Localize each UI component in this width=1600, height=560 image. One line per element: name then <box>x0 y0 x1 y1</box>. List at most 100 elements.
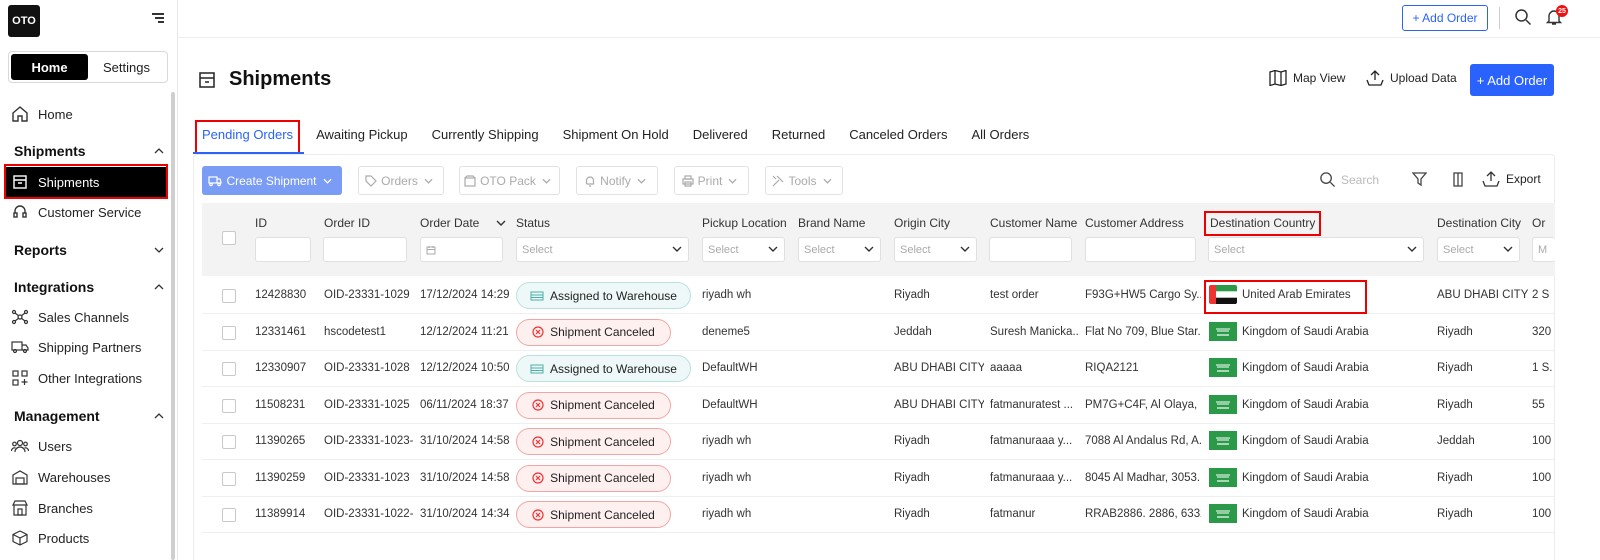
warehouse-icon <box>530 364 544 373</box>
tab-returned[interactable]: Returned <box>772 120 825 154</box>
row-checkbox[interactable] <box>222 362 236 376</box>
cell-order-id: OID-23331-1025 <box>324 398 410 411</box>
col-header-pickup-location[interactable]: Pickup Location <box>702 216 787 230</box>
customer-name-filter-input[interactable] <box>989 237 1072 262</box>
export-button[interactable]: Export <box>1482 171 1541 187</box>
printer-icon <box>682 174 694 187</box>
seg-home-button[interactable]: Home <box>11 54 88 80</box>
tab-all-orders[interactable]: All Orders <box>971 120 1029 154</box>
cell-origin-city: Jeddah <box>894 325 932 338</box>
cell-destination-city: Riyadh <box>1437 398 1473 411</box>
search-icon[interactable] <box>1514 8 1532 26</box>
sidebar-item-shipments[interactable]: Shipments <box>6 167 166 197</box>
col-header-customer-address[interactable]: Customer Address <box>1085 216 1184 230</box>
notify-button[interactable]: Notify <box>576 166 658 195</box>
map-view-button[interactable]: Map View <box>1269 70 1345 86</box>
tab-delivered[interactable]: Delivered <box>693 120 748 154</box>
add-order-button[interactable]: + Add Order <box>1470 64 1554 96</box>
col-header-destination-city[interactable]: Destination City <box>1437 216 1521 230</box>
customer-address-filter-input[interactable] <box>1085 237 1196 262</box>
row-checkbox[interactable] <box>222 398 236 413</box>
destination-city-filter-select[interactable]: Select <box>1437 237 1520 262</box>
status-filter-select[interactable]: Select <box>516 237 689 262</box>
oto-pack-button[interactable]: OTO Pack <box>459 166 560 195</box>
order-date-filter-input[interactable] <box>420 237 503 262</box>
tools-button[interactable]: Tools <box>765 166 843 195</box>
select-all-checkbox[interactable] <box>222 231 236 245</box>
id-filter-input[interactable] <box>255 237 311 262</box>
sidebar-item-label: Home <box>38 106 73 122</box>
tab-pending-orders[interactable]: Pending Orders <box>195 120 301 154</box>
sidebar-item-branches[interactable]: Branches <box>10 494 168 522</box>
sidebar-item-users[interactable]: Users <box>10 432 168 460</box>
select-placeholder: Select <box>804 243 835 256</box>
sidebar-item-shipping-partners[interactable]: Shipping Partners <box>10 333 168 361</box>
col-header-destination-country[interactable]: Destination Country <box>1210 216 1315 230</box>
status-text: Shipment Canceled <box>550 434 655 449</box>
create-shipment-button[interactable]: Create Shipment <box>202 166 342 195</box>
tab-canceled-orders[interactable]: Canceled Orders <box>849 120 947 154</box>
tab-awaiting-pickup[interactable]: Awaiting Pickup <box>316 120 408 154</box>
orders-button[interactable]: Orders <box>358 166 444 195</box>
cell-customer-address: F93G+HW5 Cargo Sy... <box>1085 289 1201 301</box>
order-id-filter-input[interactable] <box>323 237 407 262</box>
status-text: Shipment Canceled <box>550 471 655 485</box>
sidebar-item-customer-service[interactable]: Customer Service <box>10 198 168 226</box>
top-add-order-button[interactable]: + Add Order <box>1402 5 1488 31</box>
tab-currently-shipping[interactable]: Currently Shipping <box>432 120 539 154</box>
status-badge: Shipment Canceled <box>516 501 671 528</box>
columns-icon[interactable] <box>1452 172 1464 187</box>
print-button[interactable]: Print <box>674 166 749 195</box>
col-header-order-date[interactable]: Order Date <box>420 216 479 230</box>
destination-country-filter-select[interactable]: Select <box>1208 237 1424 262</box>
cell-pickup-location: riyadh wh <box>702 471 752 484</box>
oto-logo[interactable]: OTO <box>8 5 40 37</box>
cell-customer-name: aaaaa <box>990 362 1022 374</box>
calendar-icon <box>426 245 436 254</box>
status-text: Shipment Canceled <box>550 398 655 412</box>
cell-customer-name: fatmanuratest ... <box>990 398 1074 411</box>
col-header-order-id[interactable]: Order ID <box>324 216 370 230</box>
sidebar-item-products[interactable]: Products <box>10 524 168 552</box>
seg-settings-button[interactable]: Settings <box>88 54 165 80</box>
row-checkbox[interactable] <box>222 325 236 340</box>
tab-shipment-on-hold[interactable]: Shipment On Hold <box>563 120 669 154</box>
col-header-status[interactable]: Status <box>516 216 550 230</box>
sidebar-item-other-integrations[interactable]: Other Integrations <box>10 364 168 392</box>
cell-pickup-location: deneme5 <box>702 325 750 338</box>
chevron-down-icon <box>960 246 970 252</box>
table-search[interactable]: Search <box>1319 171 1379 188</box>
col-header-id[interactable]: ID <box>255 216 267 230</box>
col-header-origin-city[interactable]: Origin City <box>894 216 950 230</box>
chevron-down-icon[interactable] <box>496 220 506 226</box>
row-checkbox[interactable] <box>222 435 236 449</box>
sidebar-section-management[interactable]: Management <box>14 408 164 424</box>
extra-filter-input[interactable]: M <box>1532 237 1555 262</box>
col-header-customer-name[interactable]: Customer Name <box>990 216 1077 230</box>
row-checkbox[interactable] <box>222 508 236 522</box>
sidebar-item-sales-channels[interactable]: Sales Channels <box>10 303 168 331</box>
sidebar-item-warehouses[interactable]: Warehouses <box>10 463 168 491</box>
section-label: Reports <box>14 242 67 258</box>
brand-filter-select[interactable]: Select <box>798 237 881 262</box>
row-checkbox[interactable] <box>222 289 236 303</box>
map-icon <box>1269 70 1287 86</box>
origin-filter-select[interactable]: Select <box>894 237 977 262</box>
sidebar-scrollbar[interactable] <box>171 92 175 560</box>
upload-data-button[interactable]: Upload Data <box>1366 70 1457 86</box>
pickup-filter-select[interactable]: Select <box>702 237 785 262</box>
collapse-menu-icon[interactable] <box>148 12 164 26</box>
select-placeholder: Select <box>900 243 931 256</box>
divider <box>1499 7 1500 29</box>
col-header-extra[interactable]: Or <box>1532 216 1545 230</box>
cell-extra: 100 <box>1532 471 1552 484</box>
col-header-brand-name[interactable]: Brand Name <box>798 216 865 230</box>
sidebar-item-home[interactable]: Home <box>10 100 168 128</box>
row-checkbox[interactable] <box>222 471 236 486</box>
cell-order-id: OID-23331-1023 <box>324 471 410 484</box>
sidebar-section-shipments[interactable]: Shipments <box>14 143 164 159</box>
cell-id: 11508231 <box>255 398 306 411</box>
sidebar-section-integrations[interactable]: Integrations <box>14 279 164 295</box>
sidebar-section-reports[interactable]: Reports <box>14 242 164 258</box>
filter-icon[interactable] <box>1412 172 1427 187</box>
